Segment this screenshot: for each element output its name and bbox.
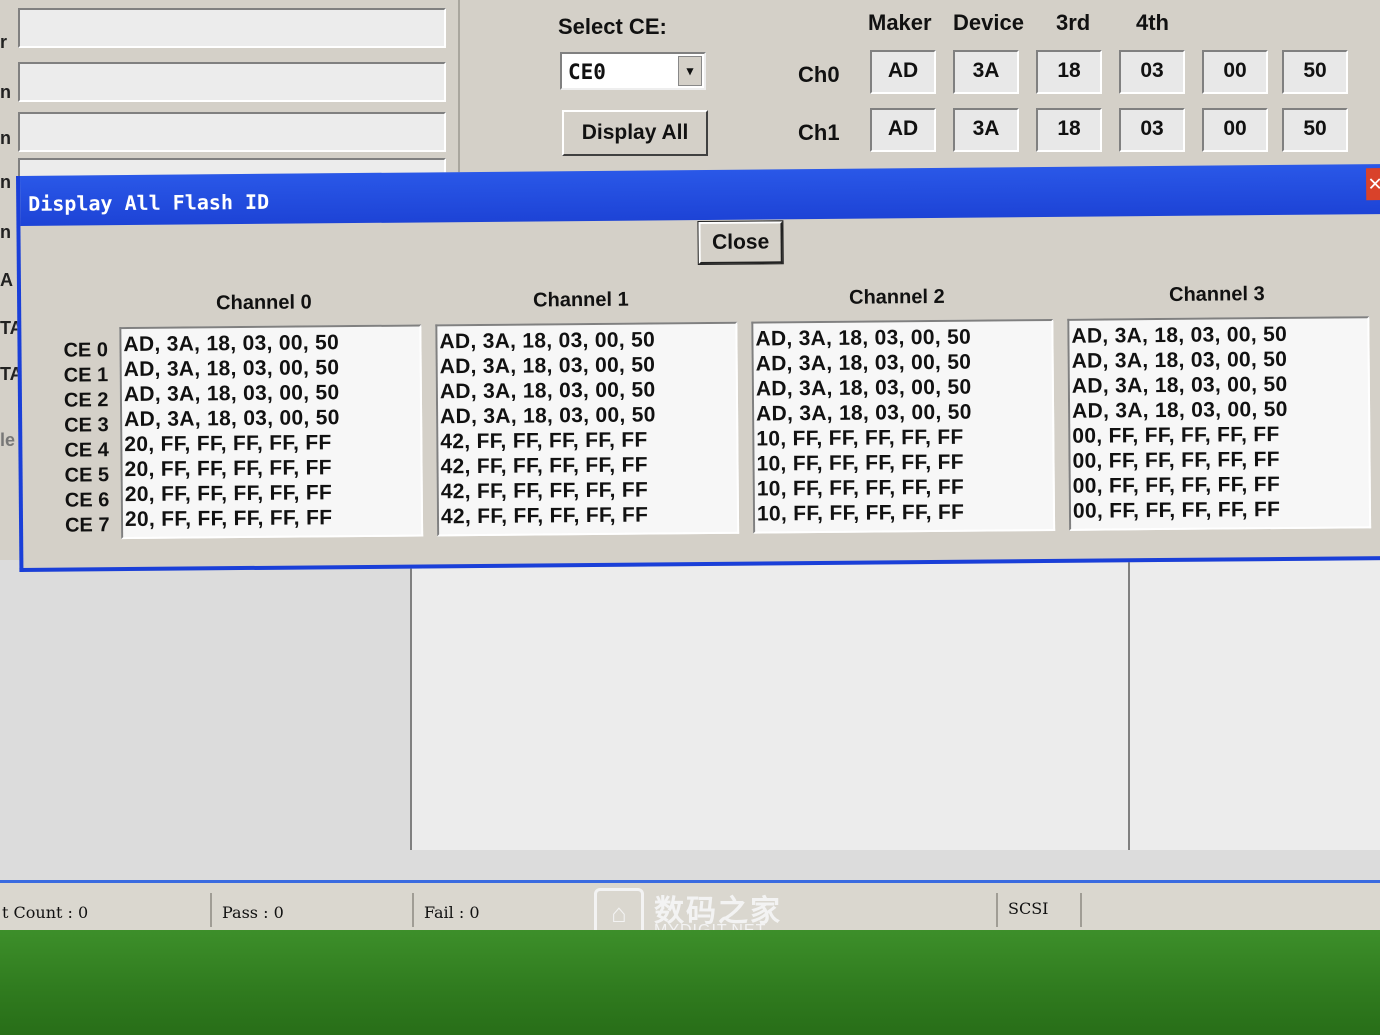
ch0-id-field: 18 <box>1036 50 1102 94</box>
ch0-row-label: Ch0 <box>798 62 840 87</box>
left-label: le <box>0 430 16 450</box>
list-item[interactable]: AD, 3A, 18, 03, 00, 50 <box>1072 347 1366 375</box>
list-item[interactable]: AD, 3A, 18, 03, 00, 50 <box>123 331 417 359</box>
ce-select-dropdown[interactable]: CE0 ▼ <box>560 52 706 90</box>
channel-0-listbox[interactable]: AD, 3A, 18, 03, 00, 50 AD, 3A, 18, 03, 0… <box>119 324 424 540</box>
list-item[interactable]: 10, FF, FF, FF, FF, FF <box>756 450 1050 478</box>
left-label: n <box>0 82 11 102</box>
list-item[interactable]: 42, FF, FF, FF, FF, FF <box>440 453 734 481</box>
list-item[interactable]: 00, FF, FF, FF, FF, FF <box>1072 447 1366 475</box>
list-item[interactable]: AD, 3A, 18, 03, 00, 50 <box>756 375 1050 403</box>
ce-row-label: CE 4 <box>64 439 109 462</box>
list-item[interactable]: AD, 3A, 18, 03, 00, 50 <box>756 400 1050 428</box>
ch0-id-field: 03 <box>1119 50 1185 94</box>
close-icon[interactable]: ✕ <box>1365 168 1380 201</box>
list-item[interactable]: AD, 3A, 18, 03, 00, 50 <box>1072 397 1366 425</box>
ch1-id-field: 00 <box>1202 108 1268 152</box>
ce-row-label: CE 7 <box>64 514 110 537</box>
list-item[interactable]: 20, FF, FF, FF, FF, FF <box>124 430 418 458</box>
ce-row-label: CE 6 <box>64 489 110 512</box>
list-item[interactable]: 20, FF, FF, FF, FF, FF <box>125 480 419 508</box>
ce-row-label: CE 5 <box>64 464 110 487</box>
pass-status: Pass : 0 <box>222 903 284 922</box>
list-item[interactable]: 20, FF, FF, FF, FF, FF <box>124 455 418 483</box>
select-ce-label: Select CE: <box>558 14 667 39</box>
ce-row-label: CE 3 <box>64 414 109 437</box>
ch1-id-field: 50 <box>1282 108 1348 152</box>
list-item[interactable]: 00, FF, FF, FF, FF, FF <box>1073 472 1367 500</box>
list-item[interactable]: 10, FF, FF, FF, FF, FF <box>757 500 1051 528</box>
list-item[interactable]: AD, 3A, 18, 03, 00, 50 <box>755 325 1049 353</box>
results-panel <box>1128 560 1380 850</box>
ch0-id-field: AD <box>870 50 936 94</box>
ch0-id-field: 50 <box>1282 50 1348 94</box>
left-text-field[interactable] <box>18 8 446 48</box>
ce-row-label: CE 2 <box>63 389 109 412</box>
list-item[interactable]: AD, 3A, 18, 03, 00, 50 <box>439 328 733 356</box>
display-all-flash-id-dialog: Display All Flash ID ✕ Close Channel 0 C… <box>16 163 1380 572</box>
list-item[interactable]: AD, 3A, 18, 03, 00, 50 <box>124 356 418 384</box>
ch0-id-field: 00 <box>1202 50 1268 94</box>
channel-title: Channel 2 <box>848 285 945 309</box>
left-label: A <box>0 270 13 290</box>
list-item[interactable]: AD, 3A, 18, 03, 00, 50 <box>756 350 1050 378</box>
ch1-row-label: Ch1 <box>798 120 840 145</box>
ch1-id-field: AD <box>870 108 936 152</box>
list-item[interactable]: 10, FF, FF, FF, FF, FF <box>756 425 1050 453</box>
ch1-id-field: 18 <box>1036 108 1102 152</box>
left-label: n <box>0 222 11 242</box>
left-label: n <box>0 172 11 192</box>
display-all-button[interactable]: Display All <box>562 110 708 156</box>
device-column-header: Device <box>953 10 1024 35</box>
fail-status: Fail : 0 <box>424 903 480 922</box>
dialog-titlebar[interactable]: Display All Flash ID <box>19 163 1380 226</box>
list-item[interactable]: AD, 3A, 18, 03, 00, 50 <box>124 381 418 409</box>
list-item[interactable]: 42, FF, FF, FF, FF, FF <box>440 428 734 456</box>
panel-divider <box>458 0 460 180</box>
left-text-field[interactable] <box>18 62 446 102</box>
channel-title: Channel 1 <box>533 288 629 312</box>
ce-select-value: CE0 <box>568 60 606 84</box>
list-item[interactable]: AD, 3A, 18, 03, 00, 50 <box>1072 372 1366 400</box>
left-label: n <box>0 128 11 148</box>
list-item[interactable]: 42, FF, FF, FF, FF, FF <box>441 503 735 531</box>
ce-row-label: CE 0 <box>63 339 109 362</box>
list-item[interactable]: AD, 3A, 18, 03, 00, 50 <box>440 403 734 431</box>
fourth-column-header: 4th <box>1136 10 1169 35</box>
ce-row-label: CE 1 <box>63 364 109 387</box>
channel-2-listbox[interactable]: AD, 3A, 18, 03, 00, 50 AD, 3A, 18, 03, 0… <box>751 318 1056 534</box>
dropdown-arrow-icon[interactable]: ▼ <box>678 56 702 86</box>
results-panel <box>410 560 1130 850</box>
status-divider <box>412 893 414 927</box>
channel-1-listbox[interactable]: AD, 3A, 18, 03, 00, 50 AD, 3A, 18, 03, 0… <box>435 321 740 537</box>
list-item[interactable]: 10, FF, FF, FF, FF, FF <box>757 475 1051 503</box>
maker-column-header: Maker <box>868 10 932 35</box>
channel-title: Channel 0 <box>216 291 312 315</box>
list-item[interactable]: AD, 3A, 18, 03, 00, 50 <box>124 406 418 434</box>
list-item[interactable]: AD, 3A, 18, 03, 00, 50 <box>440 353 734 381</box>
status-divider <box>210 893 212 927</box>
ch1-id-field: 03 <box>1119 108 1185 152</box>
list-item[interactable]: AD, 3A, 18, 03, 00, 50 <box>1071 322 1365 350</box>
close-button[interactable]: Close <box>697 220 784 266</box>
desktop-background <box>0 930 1380 1035</box>
list-item[interactable]: 42, FF, FF, FF, FF, FF <box>441 478 735 506</box>
interface-status: SCSI <box>1008 899 1049 918</box>
channel-title: Channel 3 <box>1168 283 1265 306</box>
ch0-id-field: 3A <box>953 50 1019 94</box>
list-item[interactable]: 00, FF, FF, FF, FF, FF <box>1072 422 1366 450</box>
channel-3-listbox[interactable]: AD, 3A, 18, 03, 00, 50 AD, 3A, 18, 03, 0… <box>1067 316 1372 531</box>
third-column-header: 3rd <box>1056 10 1091 35</box>
list-item[interactable]: AD, 3A, 18, 03, 00, 50 <box>440 378 734 406</box>
status-divider <box>996 893 998 927</box>
count-status: t Count : 0 <box>2 903 89 922</box>
left-label: r <box>0 32 8 52</box>
status-divider <box>1080 893 1082 927</box>
left-text-field[interactable] <box>18 112 446 152</box>
list-item[interactable]: 00, FF, FF, FF, FF, FF <box>1073 497 1367 525</box>
ch1-id-field: 3A <box>953 108 1019 152</box>
dialog-title: Display All Flash ID <box>28 189 270 216</box>
list-item[interactable]: 20, FF, FF, FF, FF, FF <box>125 505 419 533</box>
